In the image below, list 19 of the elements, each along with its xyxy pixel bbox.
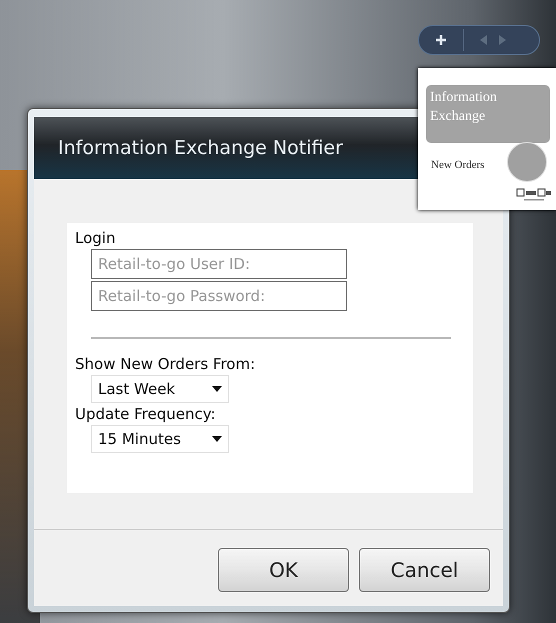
login-label: Login [75,229,116,247]
circle-icon [507,142,547,182]
window-title: Information Exchange Notifier [58,137,343,159]
gadget-title: Information Exchange [426,85,550,143]
gadget-caption: New Orders [431,159,484,171]
dropdown[interactable]: Last Week [91,375,229,403]
left-arrow-icon[interactable] [480,35,488,45]
ok-button[interactable]: OK [218,548,349,592]
add-icon[interactable] [435,34,447,46]
input-field[interactable]: Retail-to-go User ID: [91,249,347,279]
caret-icon [212,436,222,442]
dropdown[interactable]: 15 Minutes [91,425,229,453]
right-arrow-icon[interactable] [498,35,506,45]
field-label: Update Frequency: [75,405,216,423]
input-field[interactable]: Retail-to-go Password: [91,281,347,311]
cancel-button[interactable]: Cancel [359,548,490,592]
caret-icon [212,386,222,392]
field-label: Show New Orders From: [75,355,256,373]
logo-icon [516,188,552,202]
